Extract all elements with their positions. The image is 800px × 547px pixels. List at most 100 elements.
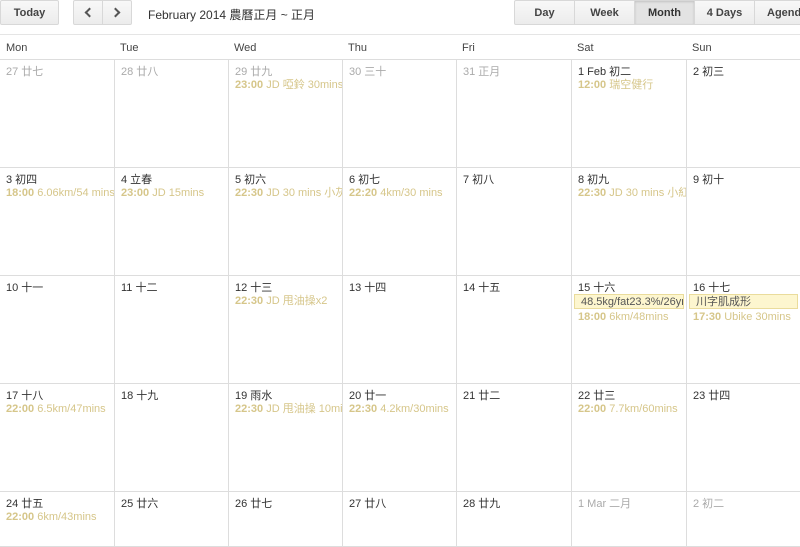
event-item[interactable]: 22:30 JD 甩油操x2: [229, 293, 342, 309]
view-day-button[interactable]: Day: [514, 0, 575, 25]
day-number-label[interactable]: 30 三十: [343, 60, 456, 78]
next-button[interactable]: [102, 0, 132, 25]
event-item[interactable]: 17:30 Ubike 30mins: [687, 309, 800, 325]
weekday-label: Mon: [6, 42, 28, 54]
day-cell[interactable]: 8 初九 22:30 JD 30 mins 小紅: [571, 168, 686, 276]
day-number-label[interactable]: 18 十九: [115, 384, 228, 402]
event-item[interactable]: 18:00 6.06km/54 mins: [0, 185, 114, 201]
day-number-label[interactable]: 5 初六: [229, 168, 342, 186]
view-4days-button[interactable]: 4 Days: [694, 0, 755, 25]
day-cell[interactable]: 17 十八 22:00 6.5km/47mins: [0, 384, 114, 492]
event-item[interactable]: 22:00 6.5km/47mins: [0, 401, 114, 417]
day-number-label[interactable]: 14 十五: [457, 276, 571, 294]
day-cell[interactable]: 5 初六 22:30 JD 30 mins 小灰: [228, 168, 342, 276]
event-item[interactable]: 22:30 4.2km/30mins: [343, 401, 456, 417]
all-day-event[interactable]: 川字肌成形: [689, 294, 798, 309]
day-cell[interactable]: 22 廿三 22:00 7.7km/60mins: [571, 384, 686, 492]
day-number-label[interactable]: 12 十三: [229, 276, 342, 294]
weekday-label: Tue: [120, 42, 139, 54]
day-cell[interactable]: 2 初三: [686, 60, 800, 168]
event-item[interactable]: 22:20 4km/30 mins: [343, 185, 456, 201]
day-cell[interactable]: 12 十三 22:30 JD 甩油操x2: [228, 276, 342, 384]
day-cell[interactable]: 1 Feb 初二 12:00 瑞空健行: [571, 60, 686, 168]
day-number-label[interactable]: 27 廿七: [0, 60, 114, 78]
event-title: 瑞空健行: [609, 79, 654, 91]
today-button[interactable]: Today: [0, 0, 59, 25]
day-number-label[interactable]: 28 廿八: [115, 60, 228, 78]
day-number-label[interactable]: 2 初三: [687, 60, 800, 78]
day-cell[interactable]: 9 初十: [686, 168, 800, 276]
day-number-label[interactable]: 6 初七: [343, 168, 456, 186]
day-number-label[interactable]: 4 立春: [115, 168, 228, 186]
day-number-label[interactable]: 28 廿九: [457, 492, 571, 510]
day-cell[interactable]: 4 立春 23:00 JD 15mins: [114, 168, 228, 276]
day-cell[interactable]: 26 廿七: [228, 492, 342, 547]
day-number-label[interactable]: 3 初四: [0, 168, 114, 186]
day-cell[interactable]: 23 廿四: [686, 384, 800, 492]
day-number-label[interactable]: 22 廿三: [572, 384, 686, 402]
view-month-button[interactable]: Month: [634, 0, 695, 25]
day-number-label[interactable]: 15 十六: [572, 276, 686, 294]
event-item[interactable]: 12:00 瑞空健行: [572, 77, 686, 93]
event-item[interactable]: 22:00 7.7km/60mins: [572, 401, 686, 417]
day-cell[interactable]: 21 廿二: [456, 384, 571, 492]
day-number-label[interactable]: 17 十八: [0, 384, 114, 402]
day-cell[interactable]: 31 正月: [456, 60, 571, 168]
previous-button[interactable]: [73, 0, 103, 25]
day-number-label[interactable]: 11 十二: [115, 276, 228, 294]
day-number-label[interactable]: 26 廿七: [229, 492, 342, 510]
day-cell[interactable]: 13 十四: [342, 276, 456, 384]
event-item[interactable]: 22:30 JD 甩油操 10mins: [229, 401, 342, 417]
day-number-label[interactable]: 1 Mar 二月: [572, 492, 686, 510]
event-title: JD 甩油操x2: [266, 295, 328, 307]
event-item[interactable]: 22:30 JD 30 mins 小灰: [229, 185, 342, 201]
day-number-label[interactable]: 9 初十: [687, 168, 800, 186]
day-number-label[interactable]: 10 十一: [0, 276, 114, 294]
view-agenda-button[interactable]: Agenda: [754, 0, 800, 25]
day-number-label[interactable]: 7 初八: [457, 168, 571, 186]
day-cell[interactable]: 18 十九: [114, 384, 228, 492]
day-cell[interactable]: 10 十一: [0, 276, 114, 384]
day-cell[interactable]: 24 廿五 22:00 6km/43mins: [0, 492, 114, 547]
day-number-label[interactable]: 24 廿五: [0, 492, 114, 510]
all-day-event[interactable]: 48.5kg/fat23.3%/26yrs: [574, 294, 684, 309]
day-number-label[interactable]: 21 廿二: [457, 384, 571, 402]
day-number-label[interactable]: 13 十四: [343, 276, 456, 294]
day-cell[interactable]: 28 廿八: [114, 60, 228, 168]
day-cell[interactable]: 14 十五: [456, 276, 571, 384]
day-cell[interactable]: 3 初四 18:00 6.06km/54 mins: [0, 168, 114, 276]
day-number-label[interactable]: 27 廿八: [343, 492, 456, 510]
day-cell[interactable]: 7 初八: [456, 168, 571, 276]
day-cell[interactable]: 16 十七 川字肌成形 17:30 Ubike 30mins: [686, 276, 800, 384]
day-cell[interactable]: 28 廿九: [456, 492, 571, 547]
day-cell[interactable]: 19 雨水22:30 JD 甩油操 10mins: [228, 384, 342, 492]
day-cell[interactable]: 27 廿七: [0, 60, 114, 168]
event-time: 22:00: [6, 403, 35, 415]
day-number-label[interactable]: 19 雨水: [229, 384, 342, 402]
day-cell[interactable]: 6 初七 22:20 4km/30 mins: [342, 168, 456, 276]
view-week-button[interactable]: Week: [574, 0, 635, 25]
day-number-label[interactable]: 31 正月: [457, 60, 571, 78]
event-item[interactable]: 22:30 JD 30 mins 小紅: [572, 185, 686, 201]
day-cell[interactable]: 20 廿一 22:30 4.2km/30mins: [342, 384, 456, 492]
day-number-label[interactable]: 8 初九: [572, 168, 686, 186]
day-cell[interactable]: 1 Mar 二月: [571, 492, 686, 547]
event-item[interactable]: 23:00 JD 啞鈴 30mins: [229, 77, 342, 93]
day-cell[interactable]: 25 廿六: [114, 492, 228, 547]
event-item[interactable]: 22:00 6km/43mins: [0, 509, 114, 525]
day-cell[interactable]: 30 三十: [342, 60, 456, 168]
day-number-label[interactable]: 29 廿九: [229, 60, 342, 78]
day-cell[interactable]: 27 廿八: [342, 492, 456, 547]
day-cell[interactable]: 15 十六 48.5kg/fat23.3%/26yrs 18:00 6km/48mi…: [571, 276, 686, 384]
day-cell[interactable]: 2 初二: [686, 492, 800, 547]
day-number-label[interactable]: 25 廿六: [115, 492, 228, 510]
event-item[interactable]: 18:00 6km/48mins: [572, 309, 686, 325]
day-number-label[interactable]: 1 Feb 初二: [572, 60, 686, 78]
day-number-label[interactable]: 23 廿四: [687, 384, 800, 402]
day-cell[interactable]: 29 廿九 23:00 JD 啞鈴 30mins: [228, 60, 342, 168]
day-number-label[interactable]: 16 十七: [687, 276, 800, 294]
day-number-label[interactable]: 20 廿一: [343, 384, 456, 402]
day-cell[interactable]: 11 十二: [114, 276, 228, 384]
event-item[interactable]: 23:00 JD 15mins: [115, 185, 228, 201]
day-number-label[interactable]: 2 初二: [687, 492, 800, 510]
